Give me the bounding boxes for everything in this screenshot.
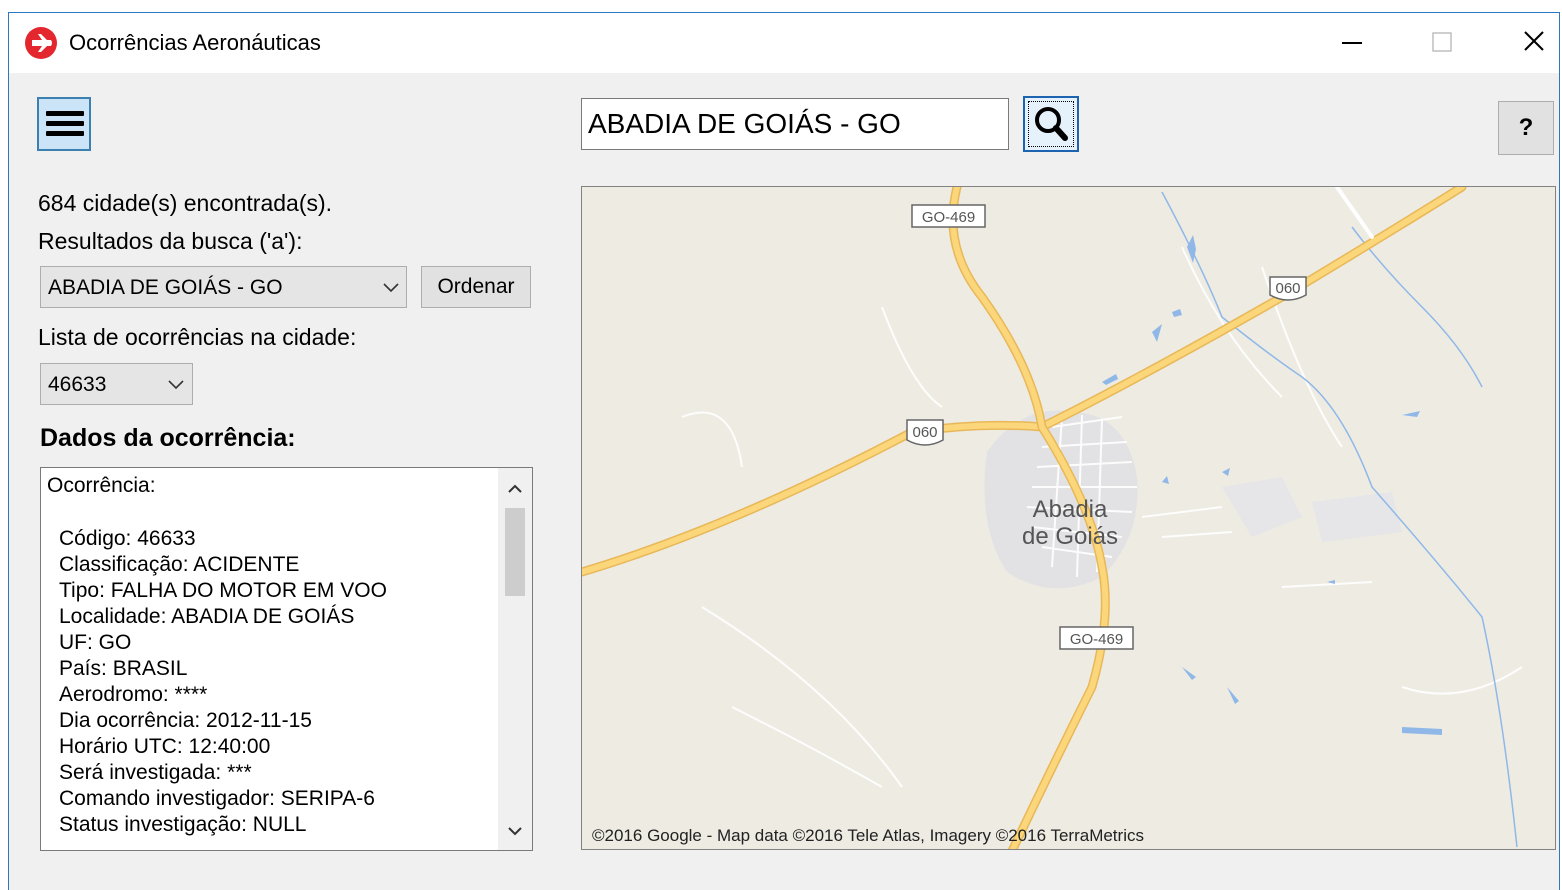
- detail-line: País: BRASIL: [59, 657, 188, 680]
- detail-line: Dia ocorrência: 2012-11-15: [59, 709, 312, 732]
- map-canvas[interactable]: GO-469 060 060 GO-469 Abadia de Goiás ©2…: [582, 187, 1556, 850]
- scrollbar-thumb[interactable]: [505, 508, 525, 596]
- detail-line: UF: GO: [59, 631, 132, 654]
- airplane-app-icon: [25, 27, 57, 59]
- search-results-label: Resultados da busca ('a'):: [38, 228, 303, 254]
- road-label-go469-top: GO-469: [922, 209, 975, 226]
- help-button[interactable]: ?: [1498, 101, 1554, 155]
- occurrence-details-textbox[interactable]: Ocorrência: Código: 46633 Classificação:…: [40, 467, 533, 851]
- search-button[interactable]: [1023, 96, 1079, 152]
- detail-line: Horário UTC: 12:40:00: [59, 735, 271, 758]
- occurrence-details-heading: Dados da ocorrência:: [40, 424, 296, 452]
- menu-icon-bar: [46, 121, 84, 126]
- road-label-060-right: 060: [1275, 280, 1300, 297]
- detail-line: Será investigada: ***: [59, 761, 252, 784]
- detail-line: Status investigação: NULL: [59, 813, 307, 836]
- map-attribution[interactable]: ©2016 Google - Map data ©2016 Tele Atlas…: [592, 826, 1144, 845]
- city-select[interactable]: ABADIA DE GOIÁS - GO: [40, 266, 407, 308]
- detail-line: Localidade: ABADIA DE GOIÁS: [59, 605, 355, 628]
- menu-icon-bar: [46, 131, 84, 136]
- search-button-focus-ring: [1028, 101, 1074, 147]
- scroll-down-icon[interactable]: [498, 820, 532, 844]
- road-shield-go469-bottom: GO-469: [1059, 626, 1134, 650]
- detail-line: Comando investigador: SERIPA-6: [59, 787, 375, 810]
- details-header: Ocorrência:: [47, 474, 156, 497]
- window-title: Ocorrências Aeronáuticas: [69, 30, 321, 55]
- maximize-icon: [1432, 32, 1452, 52]
- road-shield-060-right: 060: [1269, 276, 1307, 301]
- road-shield-060-left: 060: [906, 419, 944, 446]
- details-lines: Código: 46633 Classificação: ACIDENTE Ti…: [59, 526, 387, 838]
- close-icon: [1524, 31, 1544, 51]
- hamburger-menu-button[interactable]: [37, 97, 91, 151]
- map-city-label-line2: de Goiás: [1022, 523, 1118, 550]
- road-shield-go469-top: GO-469: [911, 204, 986, 228]
- city-select-value: ABADIA DE GOIÁS - GO: [48, 276, 283, 299]
- detail-line: Aerodromo: ****: [59, 683, 208, 706]
- road-label-go469-bottom: GO-469: [1070, 631, 1123, 648]
- maximize-button[interactable]: [1397, 13, 1487, 73]
- close-button[interactable]: [1487, 13, 1562, 73]
- app-window: Ocorrências Aeronáuticas 684 cidade(s) e…: [8, 12, 1560, 890]
- detail-line: Código: 46633: [59, 527, 196, 550]
- occurrence-select[interactable]: 46633: [40, 363, 193, 405]
- minimize-button[interactable]: [1307, 13, 1397, 73]
- map-city-label-line1: Abadia: [1033, 496, 1108, 523]
- chevron-down-icon: [168, 380, 184, 390]
- title-bar[interactable]: Ocorrências Aeronáuticas: [9, 13, 1559, 73]
- cities-found-count: 684 cidade(s) encontrada(s).: [38, 190, 333, 216]
- sort-button[interactable]: Ordenar: [421, 266, 531, 308]
- details-scrollbar[interactable]: [498, 468, 532, 850]
- scroll-up-icon[interactable]: [498, 476, 532, 500]
- map-view[interactable]: GO-469 060 060 GO-469 Abadia de Goiás ©2…: [581, 186, 1556, 850]
- detail-line: Classificação: ACIDENTE: [59, 553, 300, 576]
- occurrences-list-label: Lista de ocorrências na cidade:: [38, 324, 357, 350]
- menu-icon: [46, 111, 84, 116]
- chevron-down-icon: [383, 283, 399, 293]
- search-input[interactable]: [581, 98, 1009, 150]
- search-icon: [1035, 107, 1068, 141]
- road-label-060-left: 060: [912, 424, 937, 441]
- urban-area-east: [1222, 477, 1402, 542]
- occurrence-select-value: 46633: [48, 373, 107, 396]
- detail-line: Tipo: FALHA DO MOTOR EM VOO: [59, 579, 387, 602]
